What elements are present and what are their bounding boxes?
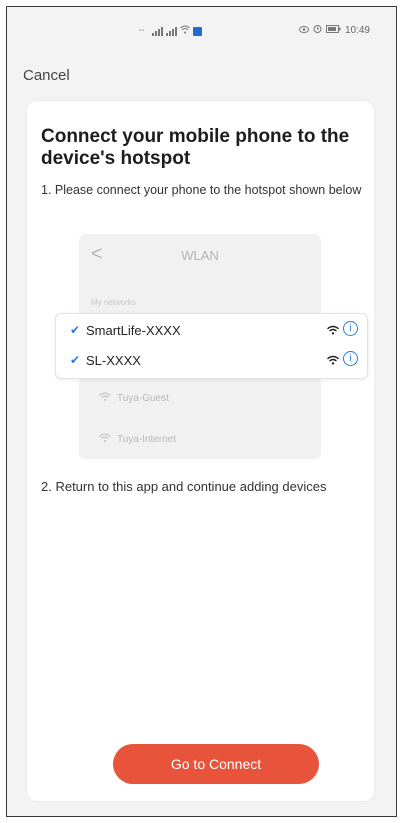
list-item-other-network: Tuya-Guest <box>99 392 169 404</box>
notification-icon <box>193 26 202 36</box>
sim-icon: ▫▫ <box>139 28 146 34</box>
wlan-header: < WLAN <box>79 234 321 276</box>
my-networks-label: My networks <box>91 298 136 307</box>
hotspot-instructions-card: Connect your mobile phone to the device'… <box>27 101 374 801</box>
signal-icon <box>166 26 177 36</box>
step-2-text: 2. Return to this app and continue addin… <box>41 479 327 494</box>
phone-screen: ▫▫ 10:49 Cancel Connect your mobile phon… <box>6 6 397 817</box>
alarm-icon <box>313 24 322 36</box>
list-item-other-network: Tuya-Internet <box>99 433 176 445</box>
battery-icon <box>325 24 341 36</box>
status-bar: ▫▫ 10:49 <box>7 7 396 53</box>
list-item-network: ✔ SL-XXXX i <box>56 346 367 376</box>
clock-time: 10:49 <box>344 24 370 36</box>
signal-icon <box>152 26 163 36</box>
info-icon: i <box>343 351 358 366</box>
wifi-icon <box>99 433 111 445</box>
status-left-icons: ▫▫ <box>139 25 202 37</box>
cancel-button[interactable]: Cancel <box>23 67 70 84</box>
status-right-icons: 10:49 <box>298 24 370 36</box>
network-name: SmartLife-XXXX <box>86 323 181 338</box>
wifi-icon <box>99 392 111 404</box>
wifi-icon <box>327 352 339 370</box>
wifi-status-icon <box>180 25 190 37</box>
page-title: Connect your mobile phone to the device'… <box>41 126 350 169</box>
wifi-icon <box>327 322 339 340</box>
eye-icon <box>298 25 309 36</box>
wlan-title: WLAN <box>181 248 219 263</box>
check-icon: ✔ <box>70 353 81 367</box>
network-name: SL-XXXX <box>86 353 141 368</box>
info-icon: i <box>343 321 358 336</box>
step-1-text: 1. Please connect your phone to the hots… <box>41 183 362 197</box>
list-item-network: ✔ SmartLife-XXXX i <box>56 316 367 346</box>
check-icon: ✔ <box>70 323 81 337</box>
network-name: Tuya-Guest <box>117 392 169 404</box>
highlighted-networks-list: ✔ SmartLife-XXXX i ✔ SL-XXXX i <box>55 313 368 379</box>
network-name: Tuya-Internet <box>117 433 177 445</box>
go-to-connect-button[interactable]: Go to Connect <box>113 744 319 784</box>
